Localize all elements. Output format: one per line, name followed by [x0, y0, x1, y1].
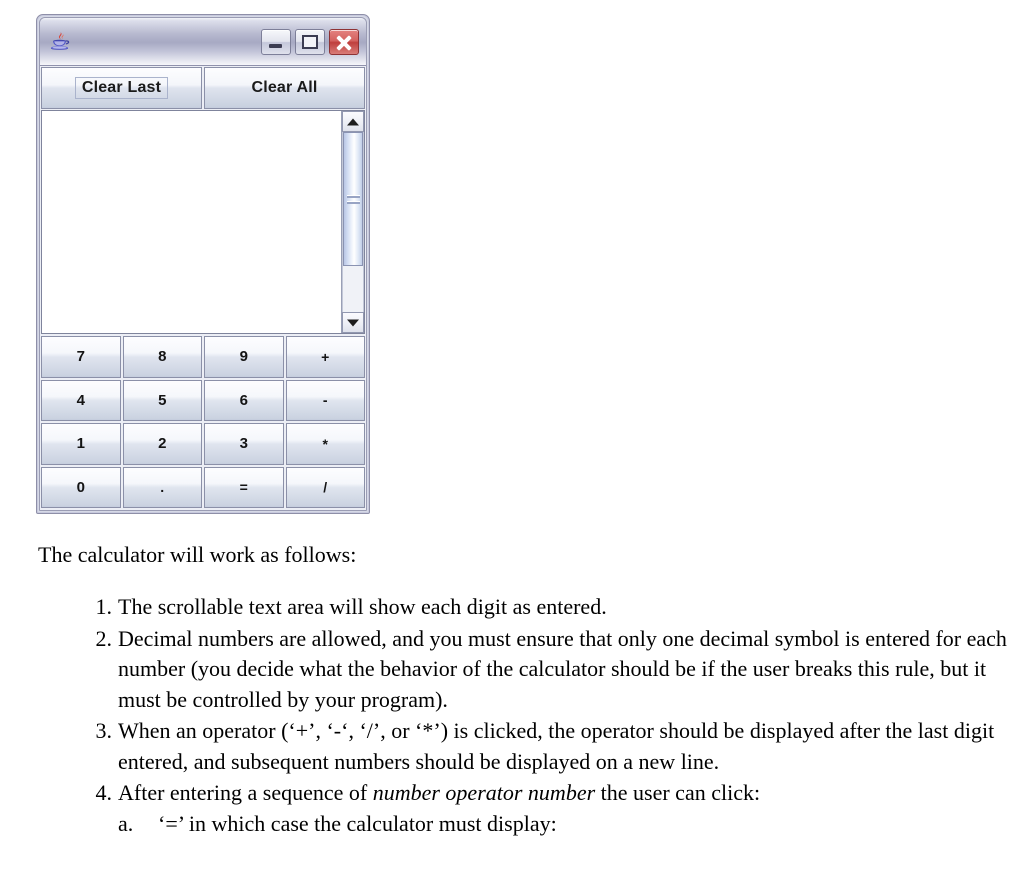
window-title-bar[interactable] — [40, 18, 366, 66]
key-3[interactable]: 3 — [204, 423, 284, 465]
key-8[interactable]: 8 — [122, 336, 202, 378]
key-2[interactable]: 2 — [122, 423, 202, 465]
display-scrollpane — [41, 110, 365, 334]
maximize-icon — [302, 34, 318, 49]
scroll-up-button[interactable] — [342, 111, 364, 132]
java-coffee-cup-icon — [48, 29, 74, 55]
key-7[interactable]: 7 — [41, 336, 121, 378]
scroll-down-arrow-icon — [347, 319, 359, 326]
calculator-window: Clear Last Clear All 7 8 9 + 4 5 6 - 1 2… — [36, 14, 370, 514]
list-item-text-tail: the user can click: — [595, 780, 761, 805]
scrollbar-track[interactable] — [342, 132, 364, 312]
sub-list-item-number: a. — [118, 810, 134, 836]
minimize-button[interactable] — [261, 28, 291, 55]
list-item: 4. After entering a sequence of number op… — [0, 778, 1024, 839]
clear-all-button[interactable]: Clear All — [204, 67, 365, 109]
key-1[interactable]: 1 — [41, 423, 121, 465]
key-0[interactable]: 0 — [41, 466, 121, 508]
intro-paragraph: The calculator will work as follows: — [38, 542, 357, 567]
list-item-text: Decimal numbers are allowed, and you mus… — [118, 625, 1007, 712]
close-button[interactable] — [329, 28, 359, 55]
document-text: The calculator will work as follows: 1. T… — [0, 540, 1024, 840]
clear-last-button[interactable]: Clear Last — [41, 67, 202, 109]
clear-last-label: Clear Last — [74, 76, 169, 100]
minimize-icon — [269, 43, 282, 48]
key-6[interactable]: 6 — [204, 379, 284, 421]
list-item: 3. When an operator (‘+’, ‘-‘, ‘/’, or ‘*… — [0, 716, 1024, 777]
list-item-text: After entering a sequence of — [118, 780, 373, 805]
scrollbar-thumb[interactable] — [343, 132, 363, 267]
list-item-number: 2. — [95, 625, 113, 651]
list-item-number: 1. — [95, 594, 113, 619]
scroll-down-button[interactable] — [342, 312, 364, 333]
key-equals[interactable]: = — [204, 466, 284, 508]
vertical-scrollbar[interactable] — [342, 111, 364, 333]
key-minus[interactable]: - — [285, 379, 365, 421]
window-inner: Clear Last Clear All 7 8 9 + 4 5 6 - 1 2… — [39, 17, 367, 511]
list-item: 1. The scrollable text area will show eac… — [0, 592, 1024, 623]
list-item: 2. Decimal numbers are allowed, and you m… — [0, 624, 1024, 716]
requirements-list: 1. The scrollable text area will show eac… — [0, 592, 1024, 839]
sub-list-item-text: ‘=’ in which case the calculator must di… — [158, 810, 557, 836]
list-item-text: The scrollable text area will show each … — [118, 594, 607, 619]
list-item-number: 4. — [95, 780, 113, 805]
display-text-area[interactable] — [42, 111, 342, 333]
calculator-keypad: 7 8 9 +4 5 6- 1 2 3 * 0. = / — [40, 334, 366, 510]
key-4[interactable]: 4 — [41, 379, 121, 421]
list-item-number: 3. — [95, 718, 113, 743]
key-divide[interactable]: / — [285, 466, 365, 508]
maximize-button[interactable] — [295, 28, 325, 55]
key-5[interactable]: 5 — [122, 379, 202, 421]
sub-list-item: a. ‘=’ in which case the calculator must … — [118, 809, 1024, 840]
clear-all-label: Clear All — [251, 79, 318, 96]
sub-list: a. ‘=’ in which case the calculator must … — [118, 809, 1024, 840]
close-icon — [330, 30, 358, 54]
key-9[interactable]: 9 — [204, 336, 284, 378]
list-item-emphasis: number operator number — [372, 780, 596, 805]
clear-button-row: Clear Last Clear All — [40, 66, 366, 109]
list-item-text: When an operator (‘+’, ‘-‘, ‘/’, or ‘*’)… — [118, 718, 995, 774]
key-multiply[interactable]: * — [285, 423, 365, 465]
scroll-up-arrow-icon — [347, 118, 359, 125]
key-plus[interactable]: + — [285, 336, 365, 378]
scrollbar-grip-icon — [346, 194, 360, 204]
key-decimal[interactable]: . — [122, 466, 202, 508]
window-controls — [261, 28, 359, 55]
